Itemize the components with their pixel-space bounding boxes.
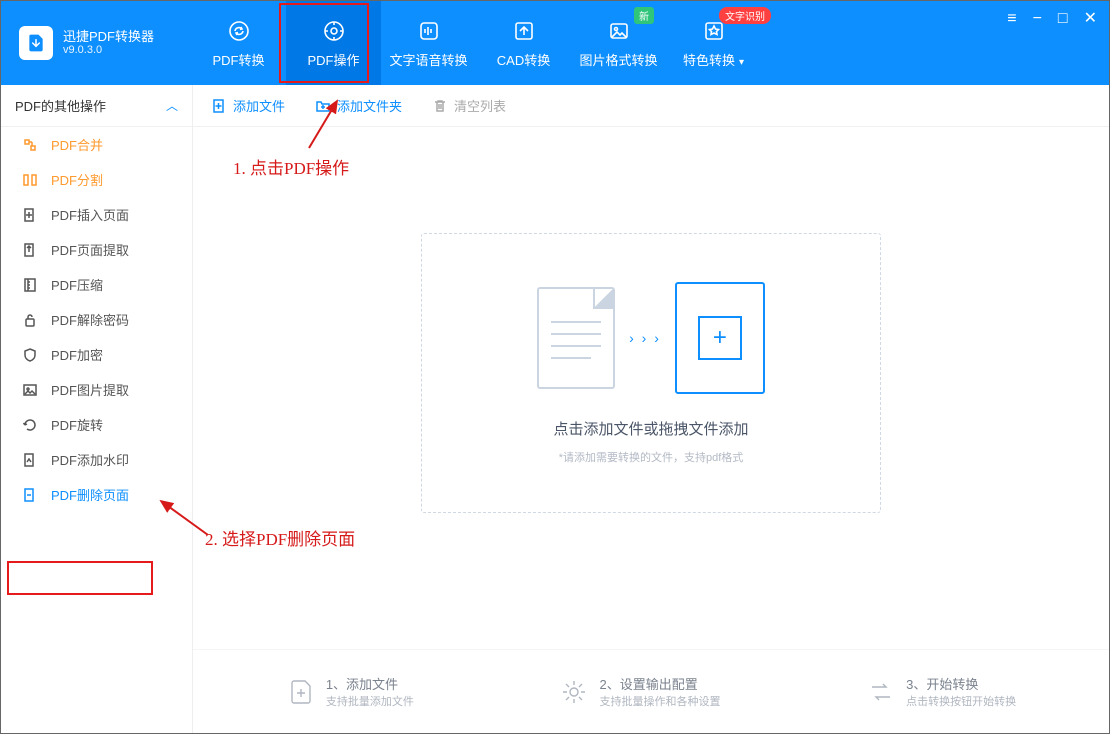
sidebar-item-compress[interactable]: PDF压缩 (1, 267, 192, 302)
add-file-icon (211, 98, 227, 114)
step-2: 2、设置输出配置支持批量操作和各种设置 (559, 674, 720, 709)
nav-image[interactable]: 新 图片格式转换 (571, 1, 666, 85)
delete-page-icon (21, 486, 39, 504)
rotate-icon (21, 416, 39, 434)
step-convert-icon (866, 677, 896, 707)
watermark-icon (21, 451, 39, 469)
convert-icon (226, 18, 252, 44)
lock-icon (21, 346, 39, 364)
image-icon (606, 18, 632, 44)
sidebar-item-merge[interactable]: PDF合并 (1, 127, 192, 162)
app-version: v9.0.3.0 (63, 44, 154, 57)
doc-icon (537, 287, 615, 389)
dropzone-sub: *请添加需要转换的文件，支持pdf格式 (559, 449, 744, 465)
add-file-button[interactable]: 添加文件 (211, 96, 285, 115)
operate-icon (321, 18, 347, 44)
arrows-icon: › › › (629, 330, 661, 346)
sidebar-item-split[interactable]: PDF分割 (1, 162, 192, 197)
app-logo-block: 迅捷PDF转换器 v9.0.3.0 (1, 26, 191, 60)
sidebar-item-encrypt[interactable]: PDF加密 (1, 337, 192, 372)
sidebar-item-unlock[interactable]: PDF解除密码 (1, 302, 192, 337)
chevron-down-icon: ▾ (739, 57, 744, 68)
nav-tts[interactable]: 文字语音转换 (381, 1, 476, 85)
step-add-icon (286, 677, 316, 707)
merge-icon (21, 136, 39, 154)
sidebar-item-extract-page[interactable]: PDF页面提取 (1, 232, 192, 267)
sidebar-item-insert-page[interactable]: PDF插入页面 (1, 197, 192, 232)
sidebar-item-rotate[interactable]: PDF旋转 (1, 407, 192, 442)
menu-icon[interactable]: ≡ (1007, 11, 1016, 27)
nav-pdf-operate[interactable]: PDF操作 (286, 1, 381, 85)
insert-icon (21, 206, 39, 224)
app-logo-icon (19, 26, 53, 60)
dropzone-illustration: › › › + (537, 282, 765, 394)
badge-ocr: 文字识别 (719, 7, 771, 24)
nav-special[interactable]: 文字识别 特色转换▾ (666, 1, 761, 85)
minimize-button[interactable]: − (1033, 11, 1042, 27)
dropzone-title: 点击添加文件或拖拽文件添加 (553, 418, 748, 439)
compress-icon (21, 276, 39, 294)
unlock-icon (21, 311, 39, 329)
sidebar-item-delete-page[interactable]: PDF删除页面 (1, 477, 192, 512)
step-1: 1、添加文件支持批量添加文件 (286, 674, 414, 709)
chevron-up-icon: ︿ (166, 97, 178, 114)
sidebar-item-watermark[interactable]: PDF添加水印 (1, 442, 192, 477)
clear-list-button[interactable]: 清空列表 (432, 96, 506, 115)
badge-new: 新 (634, 7, 654, 24)
trash-icon (432, 98, 448, 114)
maximize-button[interactable]: □ (1058, 11, 1068, 27)
add-folder-icon (315, 98, 331, 114)
close-button[interactable]: ✕ (1084, 11, 1097, 27)
extract-icon (21, 241, 39, 259)
cad-icon (511, 18, 537, 44)
dropzone[interactable]: › › › + 点击添加文件或拖拽文件添加 *请添加需要转换的文件，支持pdf格… (421, 233, 881, 513)
app-name: 迅捷PDF转换器 (63, 29, 154, 45)
nav-pdf-convert[interactable]: PDF转换 (191, 1, 286, 85)
step-3: 3、开始转换点击转换按钮开始转换 (866, 674, 1016, 709)
audio-icon (416, 18, 442, 44)
nav-cad[interactable]: CAD转换 (476, 1, 571, 85)
sidebar-item-img-extract[interactable]: PDF图片提取 (1, 372, 192, 407)
step-config-icon (559, 677, 589, 707)
target-icon: + (675, 282, 765, 394)
sidebar-header[interactable]: PDF的其他操作 ︿ (1, 85, 192, 127)
img-extract-icon (21, 381, 39, 399)
add-folder-button[interactable]: 添加文件夹 (315, 96, 402, 115)
split-icon (21, 171, 39, 189)
